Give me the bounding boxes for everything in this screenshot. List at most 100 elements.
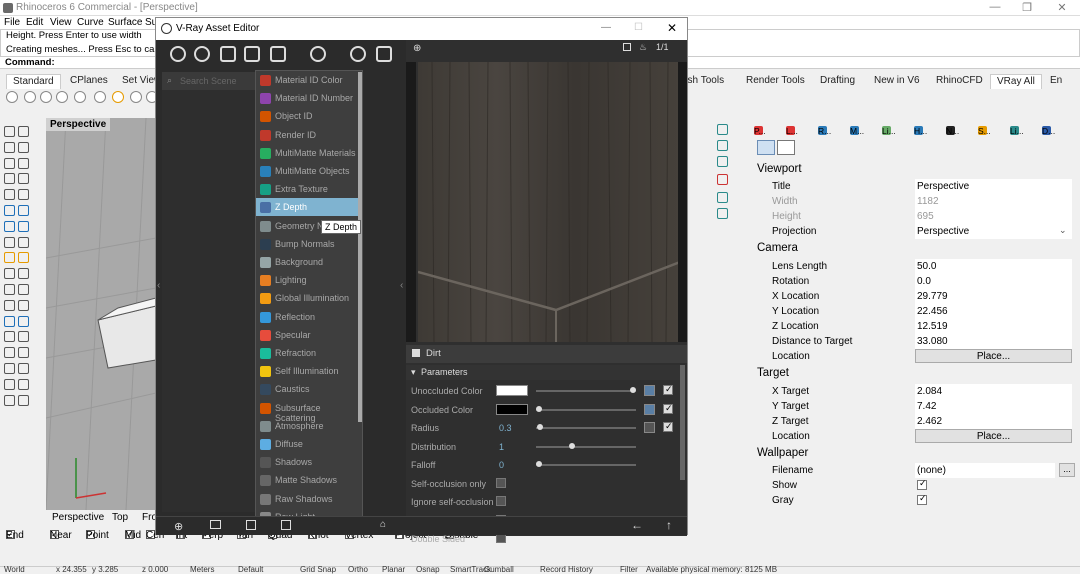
tool-icon[interactable] [4,299,15,311]
collapse-left-arrow[interactable]: ‹ [157,280,160,291]
param-slider[interactable] [536,408,636,411]
status-item[interactable]: x 24.355 [56,565,87,574]
preview-teapot-icon[interactable]: ♨ [639,42,647,53]
menu-view[interactable]: View [50,17,72,28]
render-element-item[interactable]: Subsurface Scattering [256,399,359,423]
toolbar-tool-icon[interactable] [24,91,36,103]
target-field[interactable] [915,399,1072,414]
vray-maximize-button[interactable]: ☐ [634,22,643,33]
target-place-button[interactable]: Place... [915,429,1072,443]
slider-knob[interactable] [536,461,542,467]
tool-icon[interactable] [4,141,15,153]
tab-new-in-v6[interactable]: New in V6 [868,74,926,89]
tool-icon[interactable] [18,299,29,311]
delete-icon[interactable] [281,520,291,530]
param-enable-checkbox[interactable] [663,384,673,395]
tool-icon[interactable] [4,347,15,359]
settings-icon[interactable] [310,46,326,62]
toolbar-tool-icon[interactable] [56,91,68,103]
toolbar-tool-icon[interactable] [6,91,18,103]
tool-icon[interactable] [4,363,15,374]
tool-icon[interactable] [18,173,29,185]
render-element-item[interactable]: Global Illumination [256,289,359,307]
vray-minimize-button[interactable]: — [601,22,611,33]
render-element-item[interactable]: Reflection [256,308,359,326]
tool-icon[interactable] [18,157,29,169]
vray-close-button[interactable]: ✕ [667,21,677,35]
tool-icon[interactable] [18,268,29,280]
tool-icon[interactable] [18,394,29,406]
tab-rhinocfd[interactable]: RhinoCFD [930,74,989,89]
param-checkbox[interactable] [496,477,506,488]
tool-icon[interactable] [18,252,29,264]
param-slider[interactable] [536,445,636,448]
render-element-item[interactable]: Matte Shadows [256,471,359,489]
color-swatch[interactable] [496,403,528,415]
render-element-item[interactable]: MultiMatte Materials [256,144,359,162]
camera-place-button[interactable]: Place... [915,349,1072,363]
tool-icon[interactable] [18,220,29,232]
minimize-button[interactable]: — [988,1,1002,15]
render-element-item[interactable]: Raw Shadows [256,490,359,508]
tool-icon[interactable] [18,236,29,248]
tool-icon[interactable] [4,315,15,327]
toolbar-tool-icon[interactable] [40,91,52,103]
tool-icon[interactable] [4,205,15,216]
toolbar-tool-icon[interactable] [74,91,86,103]
tool-icon[interactable] [18,363,29,374]
panel-tool-icon[interactable] [717,208,728,219]
status-item[interactable]: Filter [620,565,638,574]
slider-knob[interactable] [630,387,636,393]
toolbar-tool-icon[interactable] [130,91,142,103]
render-element-item[interactable]: Material ID Color [256,71,359,89]
render-element-item[interactable]: Lighting [256,271,359,289]
camera-field[interactable] [915,259,1072,274]
color-swatch[interactable] [496,385,528,396]
param-slider[interactable] [536,427,636,429]
camera-field[interactable] [915,274,1072,289]
tool-icon[interactable] [4,268,15,280]
status-item[interactable]: Grid Snap [300,565,336,574]
maximize-button[interactable]: ❐ [1020,1,1034,15]
param-checkbox[interactable] [496,496,506,506]
search-scene-field[interactable]: ⌕ Search Scene [162,72,256,90]
browse-button[interactable]: ... [1059,463,1075,477]
status-item[interactable]: z 0.000 [142,565,168,574]
tab-vray-all[interactable]: VRay All [990,74,1042,89]
panel-tool-icon[interactable] [717,156,728,167]
frame-buffer-icon[interactable] [376,46,392,62]
cleanup-icon[interactable]: ⌂ [380,519,386,530]
tool-icon[interactable] [18,347,29,359]
render-element-item[interactable]: Z Depth [256,198,359,217]
menu-curve[interactable]: Curve [77,17,104,28]
tool-icon[interactable] [4,394,15,406]
panel-tool-icon[interactable] [717,124,728,135]
render-elements-icon[interactable] [270,46,286,62]
tab-drafting[interactable]: Drafting [814,74,861,89]
render-element-item[interactable]: Self Illumination [256,362,359,380]
dropdown-scrollbar[interactable] [358,72,362,422]
display-tab-icon[interactable] [777,140,795,155]
render-element-item[interactable]: Extra Texture [256,180,359,198]
render-element-item[interactable]: Caustics [256,380,359,398]
texture-slot-icon[interactable] [644,422,655,433]
param-slider[interactable] [536,390,636,392]
tool-icon[interactable] [18,141,29,153]
lights-icon[interactable] [194,46,210,62]
tab-standard[interactable]: Standard [6,74,61,89]
tool-icon[interactable] [18,378,29,390]
back-arrow-icon[interactable]: ← [631,518,643,532]
camera-tab-icon[interactable] [757,140,775,155]
status-item[interactable]: y 3.285 [92,565,118,574]
tool-icon[interactable] [4,252,15,264]
save-icon[interactable] [246,520,256,530]
up-arrow-icon[interactable]: ↑ [666,518,672,532]
tool-icon[interactable] [4,331,15,343]
tool-icon[interactable] [18,331,29,343]
tab-cplanes[interactable]: CPlanes [64,74,114,89]
open-file-icon[interactable] [210,520,221,529]
tab-en[interactable]: En [1044,74,1068,89]
dirt-header[interactable]: Dirt [406,345,687,363]
param-value[interactable]: 1 [499,442,504,452]
slider-knob[interactable] [537,424,543,430]
